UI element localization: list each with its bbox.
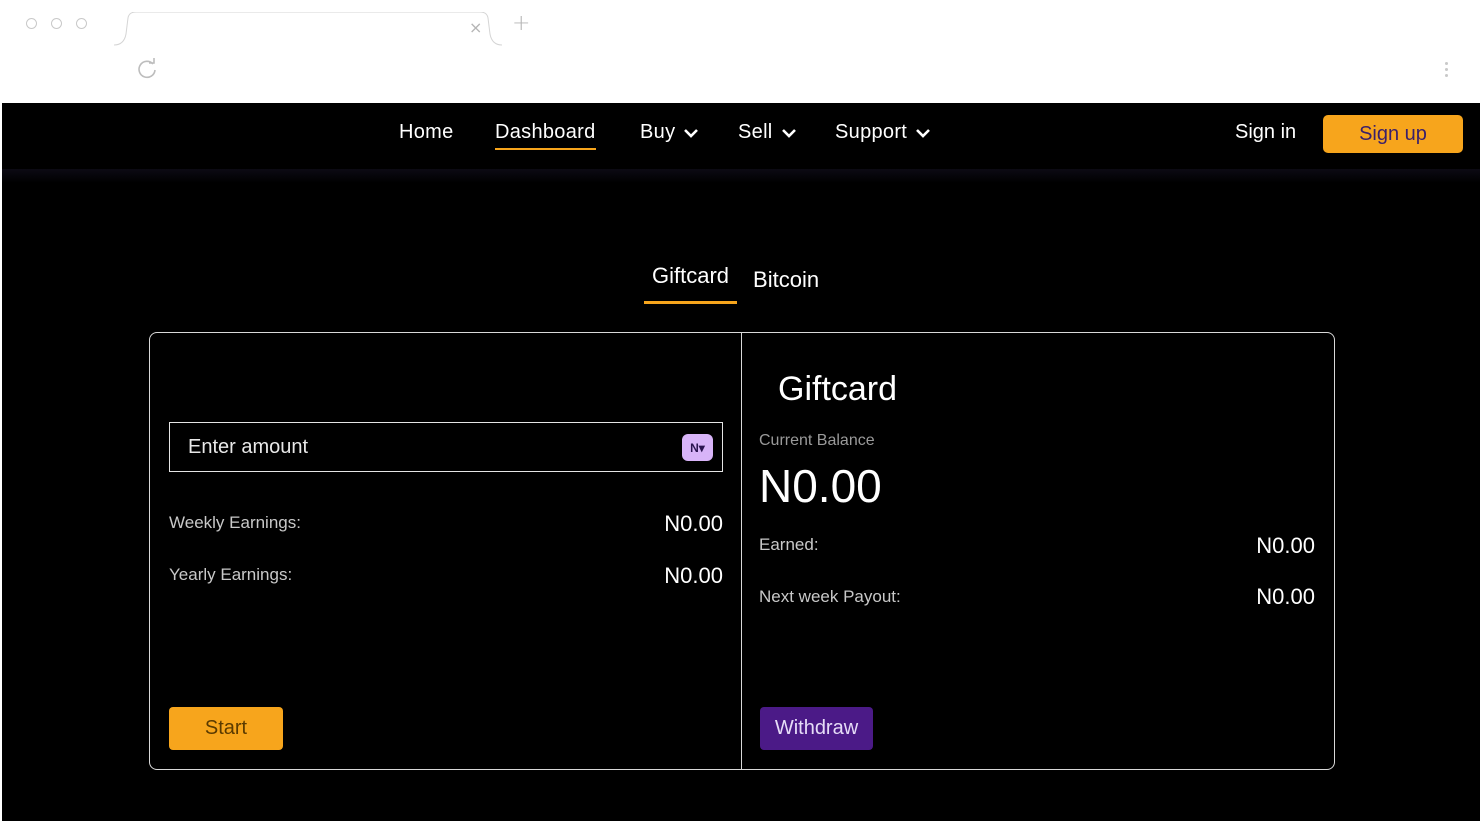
new-tab-icon[interactable]: + (512, 11, 530, 36)
amount-field-wrapper: N▾ (169, 422, 723, 472)
tab-bitcoin[interactable]: Bitcoin (753, 263, 819, 304)
minimize-window-dot[interactable] (51, 18, 62, 29)
page: Home Dashboard Buy Sell Support Sign in … (2, 103, 1480, 821)
reload-icon[interactable] (136, 58, 158, 85)
window-controls (26, 18, 87, 29)
next-week-payout-value: N0.00 (1256, 584, 1315, 609)
top-navbar: Home Dashboard Buy Sell Support Sign in … (2, 103, 1480, 171)
nav-support[interactable]: Support (835, 121, 931, 144)
nav-dashboard[interactable]: Dashboard (495, 121, 596, 150)
nav-buy-label: Buy (640, 121, 676, 143)
wallet-title: Giftcard (778, 370, 898, 408)
nav-dashboard-label: Dashboard (495, 121, 596, 143)
amount-input[interactable] (170, 423, 722, 471)
nav-sell-label: Sell (738, 121, 773, 143)
browser-tab[interactable]: × (114, 12, 510, 46)
earnings-card: N▾ Weekly Earnings: N0.00 Yearly Earning… (149, 332, 1335, 770)
weekly-earnings-label: Weekly Earnings: (169, 513, 301, 532)
product-tabs: Giftcard Bitcoin (644, 263, 819, 304)
nav-sell[interactable]: Sell (738, 121, 797, 144)
next-week-payout-label: Next week Payout: (759, 587, 901, 606)
earned-label: Earned: (759, 535, 819, 554)
chevron-down-icon (684, 128, 699, 138)
nav-home-label: Home (399, 121, 454, 143)
withdraw-button[interactable]: Withdraw (760, 707, 873, 750)
chevron-down-icon (781, 128, 796, 138)
nav-support-label: Support (835, 121, 908, 143)
current-balance-value: N0.00 (759, 460, 882, 512)
current-balance-label: Current Balance (759, 432, 875, 449)
navbar-shadow (2, 169, 1480, 183)
earned-value: N0.00 (1256, 533, 1315, 558)
card-divider (741, 333, 742, 769)
tab-giftcard[interactable]: Giftcard (644, 263, 738, 304)
browser-chrome: × + (0, 0, 1482, 103)
start-button[interactable]: Start (169, 707, 283, 750)
sign-up-button[interactable]: Sign up (1323, 115, 1463, 153)
weekly-earnings-value: N0.00 (664, 511, 723, 536)
close-window-dot[interactable] (26, 18, 37, 29)
sign-in-link[interactable]: Sign in (1235, 121, 1296, 144)
currency-select[interactable]: N▾ (682, 434, 713, 461)
browser-menu-icon[interactable] (1445, 62, 1448, 77)
nav-home[interactable]: Home (399, 121, 454, 144)
tab-close-icon[interactable]: × (469, 18, 482, 37)
yearly-earnings-value: N0.00 (664, 563, 723, 588)
yearly-earnings-label: Yearly Earnings: (169, 565, 293, 584)
maximize-window-dot[interactable] (76, 18, 87, 29)
nav-buy[interactable]: Buy (640, 121, 699, 144)
chevron-down-icon (916, 128, 931, 138)
